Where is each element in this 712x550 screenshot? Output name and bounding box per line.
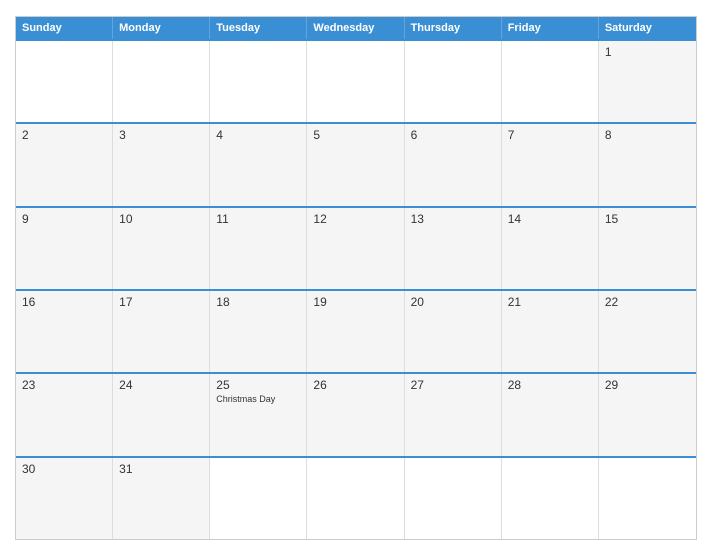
weekday-cell: Monday [113, 17, 210, 39]
day-number: 27 [411, 378, 495, 392]
weekday-header: SundayMondayTuesdayWednesdayThursdayFrid… [16, 17, 696, 39]
day-number: 1 [605, 45, 690, 59]
calendar-cell: 8 [599, 124, 696, 205]
calendar-cell: 16 [16, 291, 113, 372]
event-label: Christmas Day [216, 394, 300, 404]
calendar-cell: 5 [307, 124, 404, 205]
calendar-cell: 23 [16, 374, 113, 455]
day-number: 17 [119, 295, 203, 309]
weekday-cell: Sunday [16, 17, 113, 39]
calendar-cell: 21 [502, 291, 599, 372]
calendar-cell [502, 41, 599, 122]
calendar-row: 23 24 25 Christmas Day 26 27 28 29 [16, 372, 696, 455]
day-number: 25 [216, 378, 300, 392]
calendar-cell [113, 41, 210, 122]
day-number: 16 [22, 295, 106, 309]
calendar-cell: 11 [210, 208, 307, 289]
calendar-cell [405, 41, 502, 122]
calendar-cell [16, 41, 113, 122]
calendar-row: 16 17 18 19 20 21 22 [16, 289, 696, 372]
calendar-cell [307, 41, 404, 122]
calendar-cell: 7 [502, 124, 599, 205]
calendar-cell: 17 [113, 291, 210, 372]
calendar-cell: 24 [113, 374, 210, 455]
day-number: 18 [216, 295, 300, 309]
weekday-cell: Wednesday [307, 17, 404, 39]
calendar-cell: 29 [599, 374, 696, 455]
day-number: 23 [22, 378, 106, 392]
weekday-cell: Friday [502, 17, 599, 39]
calendar-cell: 18 [210, 291, 307, 372]
day-number: 6 [411, 128, 495, 142]
calendar-body: 1234567891011121314151617181920212223242… [16, 39, 696, 539]
calendar-cell: 6 [405, 124, 502, 205]
calendar-cell [210, 458, 307, 539]
day-number: 8 [605, 128, 690, 142]
day-number: 5 [313, 128, 397, 142]
calendar-cell: 9 [16, 208, 113, 289]
calendar-page: SundayMondayTuesdayWednesdayThursdayFrid… [0, 0, 712, 550]
day-number: 11 [216, 212, 300, 226]
calendar-cell: 1 [599, 41, 696, 122]
day-number: 21 [508, 295, 592, 309]
calendar-cell [502, 458, 599, 539]
day-number: 31 [119, 462, 203, 476]
weekday-cell: Tuesday [210, 17, 307, 39]
day-number: 13 [411, 212, 495, 226]
calendar-cell: 31 [113, 458, 210, 539]
calendar-row: 2345678 [16, 122, 696, 205]
day-number: 10 [119, 212, 203, 226]
calendar-cell: 3 [113, 124, 210, 205]
day-number: 24 [119, 378, 203, 392]
calendar-grid: SundayMondayTuesdayWednesdayThursdayFrid… [15, 16, 697, 540]
day-number: 30 [22, 462, 106, 476]
day-number: 4 [216, 128, 300, 142]
weekday-cell: Thursday [405, 17, 502, 39]
calendar-cell: 19 [307, 291, 404, 372]
calendar-cell: 13 [405, 208, 502, 289]
calendar-row: 9 10 11 12 13 14 15 [16, 206, 696, 289]
day-number: 3 [119, 128, 203, 142]
calendar-cell: 28 [502, 374, 599, 455]
weekday-cell: Saturday [599, 17, 696, 39]
day-number: 20 [411, 295, 495, 309]
day-number: 12 [313, 212, 397, 226]
day-number: 9 [22, 212, 106, 226]
calendar-cell: 26 [307, 374, 404, 455]
calendar-cell: 25 Christmas Day [210, 374, 307, 455]
calendar-cell: 22 [599, 291, 696, 372]
day-number: 15 [605, 212, 690, 226]
calendar-cell: 20 [405, 291, 502, 372]
day-number: 22 [605, 295, 690, 309]
calendar-cell: 30 [16, 458, 113, 539]
calendar-cell [405, 458, 502, 539]
day-number: 2 [22, 128, 106, 142]
calendar-cell [210, 41, 307, 122]
calendar-cell: 27 [405, 374, 502, 455]
calendar-cell: 4 [210, 124, 307, 205]
day-number: 7 [508, 128, 592, 142]
calendar-row: 30 31 [16, 456, 696, 539]
day-number: 19 [313, 295, 397, 309]
calendar-cell [307, 458, 404, 539]
calendar-cell: 2 [16, 124, 113, 205]
calendar-cell [599, 458, 696, 539]
calendar-cell: 10 [113, 208, 210, 289]
day-number: 29 [605, 378, 690, 392]
day-number: 14 [508, 212, 592, 226]
day-number: 26 [313, 378, 397, 392]
calendar-row: 1 [16, 39, 696, 122]
day-number: 28 [508, 378, 592, 392]
calendar-cell: 14 [502, 208, 599, 289]
calendar-cell: 12 [307, 208, 404, 289]
calendar-cell: 15 [599, 208, 696, 289]
